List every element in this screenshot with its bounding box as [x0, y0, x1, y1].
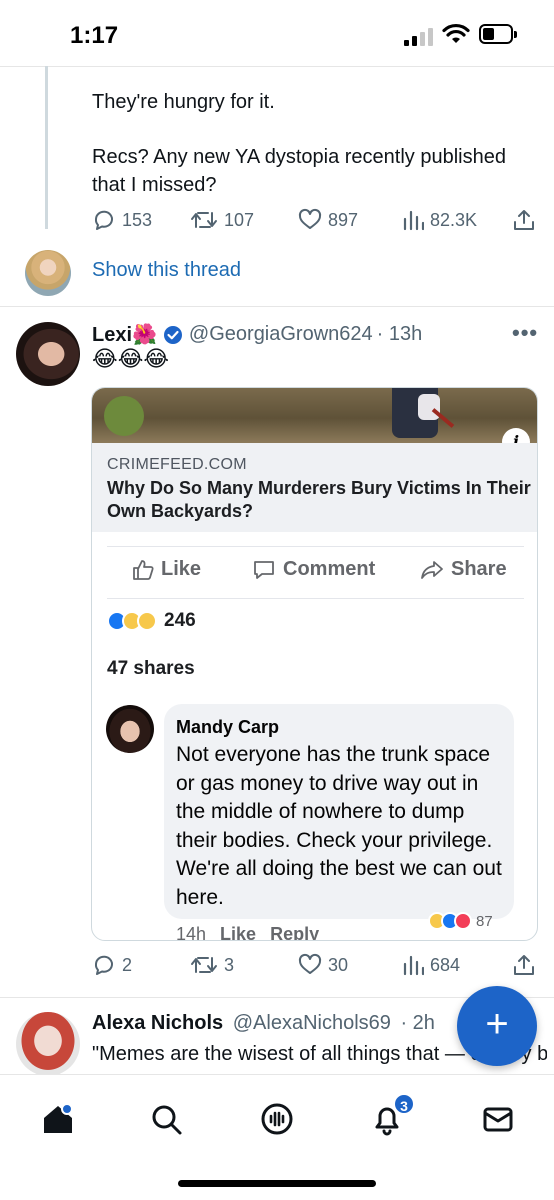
divider — [107, 546, 524, 547]
heart-icon — [298, 953, 322, 974]
show-thread-link[interactable]: Show this thread — [92, 259, 241, 282]
share-icon[interactable] — [512, 953, 536, 977]
reply-count: 153 — [122, 209, 153, 230]
tweet-time: · 2h — [400, 1012, 435, 1034]
comment-reactions: 87 — [428, 912, 493, 930]
comment-author: Mandy Carp — [176, 717, 280, 737]
comment-like: Like — [220, 924, 257, 941]
tweet-text-line: Recs? Any new YA dystopia recently publi… — [92, 146, 506, 168]
thumbs-up-icon — [133, 559, 154, 580]
share-count: 47 shares — [107, 658, 195, 679]
reaction-summary: 246 — [107, 610, 196, 632]
user-handle[interactable]: @AlexaNichols69 — [233, 1012, 391, 1034]
retweet-button[interactable]: 3 — [190, 953, 234, 977]
tweet-text-line: They're hungry for it. — [92, 91, 275, 113]
cellular-signal-icon — [404, 28, 433, 46]
reply-icon — [94, 210, 113, 230]
retweet-button[interactable]: 107 — [190, 208, 254, 232]
divider — [107, 598, 524, 599]
home-icon[interactable] — [40, 1101, 76, 1137]
retweet-icon — [191, 212, 217, 228]
verified-badge-icon — [163, 325, 182, 344]
retweet-count: 107 — [224, 209, 255, 230]
reply-icon — [94, 955, 113, 975]
comment-icon — [254, 560, 274, 579]
avatar[interactable] — [16, 322, 80, 386]
tweet-header: Alexa Nichols @AlexaNichols69 · 2h — [92, 1012, 435, 1035]
divider — [0, 306, 554, 307]
fb-comment-label: Comment — [283, 558, 376, 580]
fb-share-label: Share — [451, 558, 507, 580]
battery-icon — [479, 24, 517, 44]
avatar[interactable] — [25, 250, 71, 296]
like-count: 30 — [328, 954, 349, 975]
analytics-icon — [403, 210, 424, 231]
display-name[interactable]: Alexa Nichols — [92, 1012, 223, 1034]
reply-count: 2 — [122, 954, 133, 975]
tweet-text: 😂😂😂 — [92, 346, 170, 371]
divider — [0, 66, 554, 67]
status-time: 1:17 — [70, 22, 119, 49]
reaction-count: 246 — [164, 610, 196, 631]
views-button[interactable]: 82.3K — [402, 208, 477, 232]
compose-tweet-button[interactable]: + — [457, 986, 537, 1066]
wifi-icon — [442, 23, 470, 43]
comment-text: Not everyone has the trunk space or gas … — [176, 743, 502, 909]
tweet-text-line: that I missed? — [92, 174, 217, 196]
user-handle[interactable]: @GeorgiaGrown624 — [189, 323, 373, 346]
retweet-count: 3 — [224, 954, 235, 975]
view-count: 684 — [430, 954, 461, 975]
search-icon[interactable] — [148, 1101, 184, 1137]
love-reaction-icon — [454, 912, 472, 930]
view-count: 82.3K — [430, 209, 478, 230]
link-title: Why Do So Many Murderers Bury Victims In… — [107, 478, 531, 521]
reply-button[interactable]: 153 — [92, 208, 152, 232]
views-button[interactable]: 684 — [402, 953, 460, 977]
tweet-media-image[interactable]: i CRIMEFEED.COM Why Do So Many Murderers… — [91, 387, 538, 941]
comment-reaction-count: 87 — [476, 912, 493, 930]
spaces-icon[interactable] — [259, 1101, 295, 1137]
tweet-time: · 13h — [376, 323, 423, 345]
home-indicator — [178, 1180, 376, 1187]
avatar[interactable] — [16, 1012, 80, 1076]
retweet-icon — [191, 957, 217, 973]
reply-button[interactable]: 2 — [92, 953, 132, 977]
tweet-header: Lexi🌺 @GeorgiaGrown624 · 13h — [92, 322, 422, 347]
thread-connector-line — [45, 66, 48, 229]
display-name[interactable]: Lexi🌺 — [92, 322, 157, 347]
share-arrow-icon — [421, 560, 443, 579]
fb-like-label: Like — [161, 558, 202, 580]
link-domain: CRIMEFEED.COM — [107, 456, 247, 473]
fb-share-button: Share — [420, 558, 507, 581]
notification-badge: 3 — [393, 1093, 415, 1115]
share-icon[interactable] — [512, 208, 536, 232]
commenter-avatar — [106, 705, 154, 753]
sad-reaction-icon — [137, 611, 157, 631]
comment-reply: Reply — [270, 924, 320, 941]
comment-time: 14h — [176, 924, 207, 941]
fb-comment-button: Comment — [252, 558, 375, 581]
like-count: 897 — [328, 209, 359, 230]
messages-mail-icon[interactable] — [480, 1101, 516, 1137]
comment-meta: 14h Like Reply — [176, 924, 320, 941]
like-button[interactable]: 897 — [298, 208, 358, 232]
analytics-icon — [403, 955, 424, 976]
more-options-icon[interactable]: ••• — [512, 320, 538, 346]
like-button[interactable]: 30 — [298, 953, 348, 977]
article-photo: i — [92, 388, 537, 456]
heart-icon — [298, 208, 322, 229]
fb-like-button: Like — [132, 558, 201, 581]
